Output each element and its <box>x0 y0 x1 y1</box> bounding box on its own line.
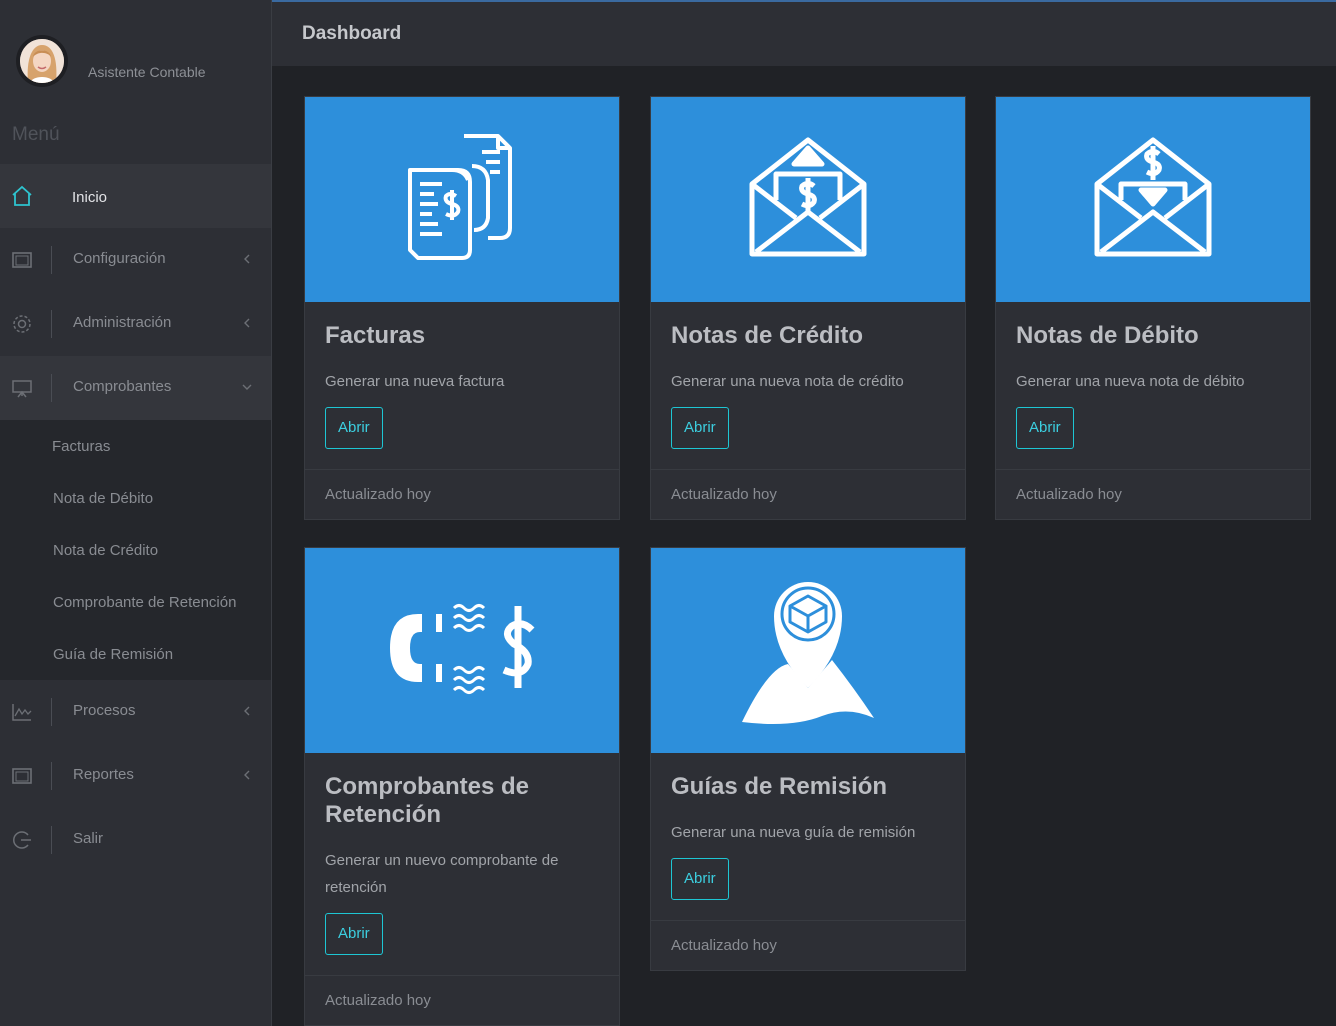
card-hero <box>651 548 965 753</box>
divider <box>51 826 52 854</box>
card-body: Notas de Crédito Generar una nueva nota … <box>651 302 965 469</box>
card-hero <box>305 548 619 753</box>
envelope-down-icon <box>1093 134 1213 265</box>
card-guias-remision: Guías de Remisión Generar una nueva guía… <box>650 547 966 971</box>
chevron-down-icon <box>240 380 254 394</box>
divider <box>51 310 52 338</box>
avatar-image <box>20 39 64 83</box>
sidebar-item-label: Salir <box>73 830 104 847</box>
envelope-up-icon <box>748 134 868 265</box>
sidebar-item-inicio[interactable]: Inicio <box>0 164 271 228</box>
divider <box>51 246 52 274</box>
window-icon <box>11 765 33 787</box>
card-body: Facturas Generar una nueva factura Abrir <box>305 302 619 469</box>
sidebar-item-label: Reportes <box>73 766 134 783</box>
divider <box>51 698 52 726</box>
card-description: Generar una nueva factura <box>325 373 505 390</box>
submenu-item-facturas[interactable]: Facturas <box>0 420 271 472</box>
chevron-left-icon <box>240 704 254 718</box>
window-icon <box>11 249 33 271</box>
sidebar-item-label: Inicio <box>72 189 108 206</box>
card-description: Generar un nuevo comprobante de retenció… <box>325 852 559 896</box>
sidebar-item-procesos[interactable]: Procesos <box>0 680 271 744</box>
chart-icon <box>11 701 33 723</box>
card-footer: Actualizado hoy <box>305 469 619 519</box>
submenu-item-guia-remision[interactable]: Guía de Remisión <box>0 628 271 680</box>
sidebar-item-administracion[interactable]: Administración <box>0 292 271 356</box>
card-hero <box>305 97 619 302</box>
sidebar-item-label: Comprobantes <box>73 378 172 395</box>
page-title: Dashboard <box>302 23 402 44</box>
sidebar-item-reportes[interactable]: Reportes <box>0 744 271 808</box>
card-facturas: Facturas Generar una nueva factura Abrir… <box>304 96 620 520</box>
magnet-dollar-icon <box>384 600 540 701</box>
presentation-icon <box>11 377 33 399</box>
submenu-item-label: Comprobante de Retención <box>53 594 237 611</box>
profile: Asistente Contable <box>0 0 271 115</box>
card-body: Notas de Débito Generar una nueva nota d… <box>996 302 1310 469</box>
map-pin-box-icon <box>738 568 878 733</box>
sidebar-item-label: Configuración <box>73 250 166 267</box>
submenu-comprobantes: Facturas Nota de Débito Nota de Crédito … <box>0 420 271 680</box>
sidebar-item-label: Procesos <box>73 702 136 719</box>
submenu-item-nota-debito[interactable]: Nota de Débito <box>0 472 271 524</box>
card-footer: Actualizado hoy <box>305 975 619 1025</box>
card-footer: Actualizado hoy <box>651 920 965 970</box>
card-title: Notas de Crédito <box>671 322 864 349</box>
card-description: Generar una nueva guía de remisión <box>671 824 916 841</box>
card-description: Generar una nueva nota de crédito <box>671 373 904 390</box>
sidebar: Asistente Contable Menú Inicio Configura… <box>0 0 272 1026</box>
card-footer: Actualizado hoy <box>996 469 1310 519</box>
gear-icon <box>11 313 33 335</box>
chevron-left-icon <box>240 316 254 330</box>
card-footer: Actualizado hoy <box>651 469 965 519</box>
submenu-item-label: Guía de Remisión <box>53 646 174 663</box>
card-description: Generar una nueva nota de débito <box>1016 373 1245 390</box>
card-title: Notas de Débito <box>1016 322 1199 349</box>
header: Dashboard <box>272 0 1336 66</box>
divider <box>51 762 52 790</box>
card-title: Guías de Remisión <box>671 773 888 800</box>
sidebar-item-comprobantes[interactable]: Comprobantes <box>0 356 271 420</box>
card-title: Facturas <box>325 322 426 349</box>
open-button[interactable]: Abrir <box>325 407 383 449</box>
submenu-item-nota-credito[interactable]: Nota de Crédito <box>0 524 271 576</box>
chevron-left-icon <box>240 768 254 782</box>
sidebar-item-salir[interactable]: Salir <box>0 808 271 872</box>
open-button[interactable]: Abrir <box>671 407 729 449</box>
card-comprobantes-retencion: Comprobantes de Retención Generar un nue… <box>304 547 620 1026</box>
chevron-left-icon <box>240 252 254 266</box>
avatar[interactable] <box>16 35 68 87</box>
sidebar-nav: Inicio Configuración Administración Comp… <box>0 164 271 872</box>
open-button[interactable]: Abrir <box>325 913 383 955</box>
submenu-item-label: Facturas <box>52 438 111 455</box>
submenu-item-label: Nota de Débito <box>53 490 154 507</box>
card-hero <box>651 97 965 302</box>
divider <box>51 374 52 402</box>
card-body: Comprobantes de Retención Generar un nue… <box>305 753 619 975</box>
home-icon <box>11 185 33 207</box>
open-button[interactable]: Abrir <box>671 858 729 900</box>
sidebar-item-label: Administración <box>73 314 172 331</box>
menu-title: Menú <box>12 124 60 145</box>
submenu-item-label: Nota de Crédito <box>53 542 159 559</box>
card-title: Comprobantes de Retención <box>325 773 530 828</box>
card-hero <box>996 97 1310 302</box>
card-body: Guías de Remisión Generar una nueva guía… <box>651 753 965 920</box>
card-notas-credito: Notas de Crédito Generar una nueva nota … <box>650 96 966 520</box>
invoice-icon <box>402 132 522 267</box>
card-notas-debito: Notas de Débito Generar una nueva nota d… <box>995 96 1311 520</box>
submenu-item-comprobante-retencion[interactable]: Comprobante de Retención <box>0 576 271 628</box>
profile-name: Asistente Contable <box>88 64 206 80</box>
open-button[interactable]: Abrir <box>1016 407 1074 449</box>
sidebar-item-configuracion[interactable]: Configuración <box>0 228 271 292</box>
logout-icon <box>11 829 33 851</box>
